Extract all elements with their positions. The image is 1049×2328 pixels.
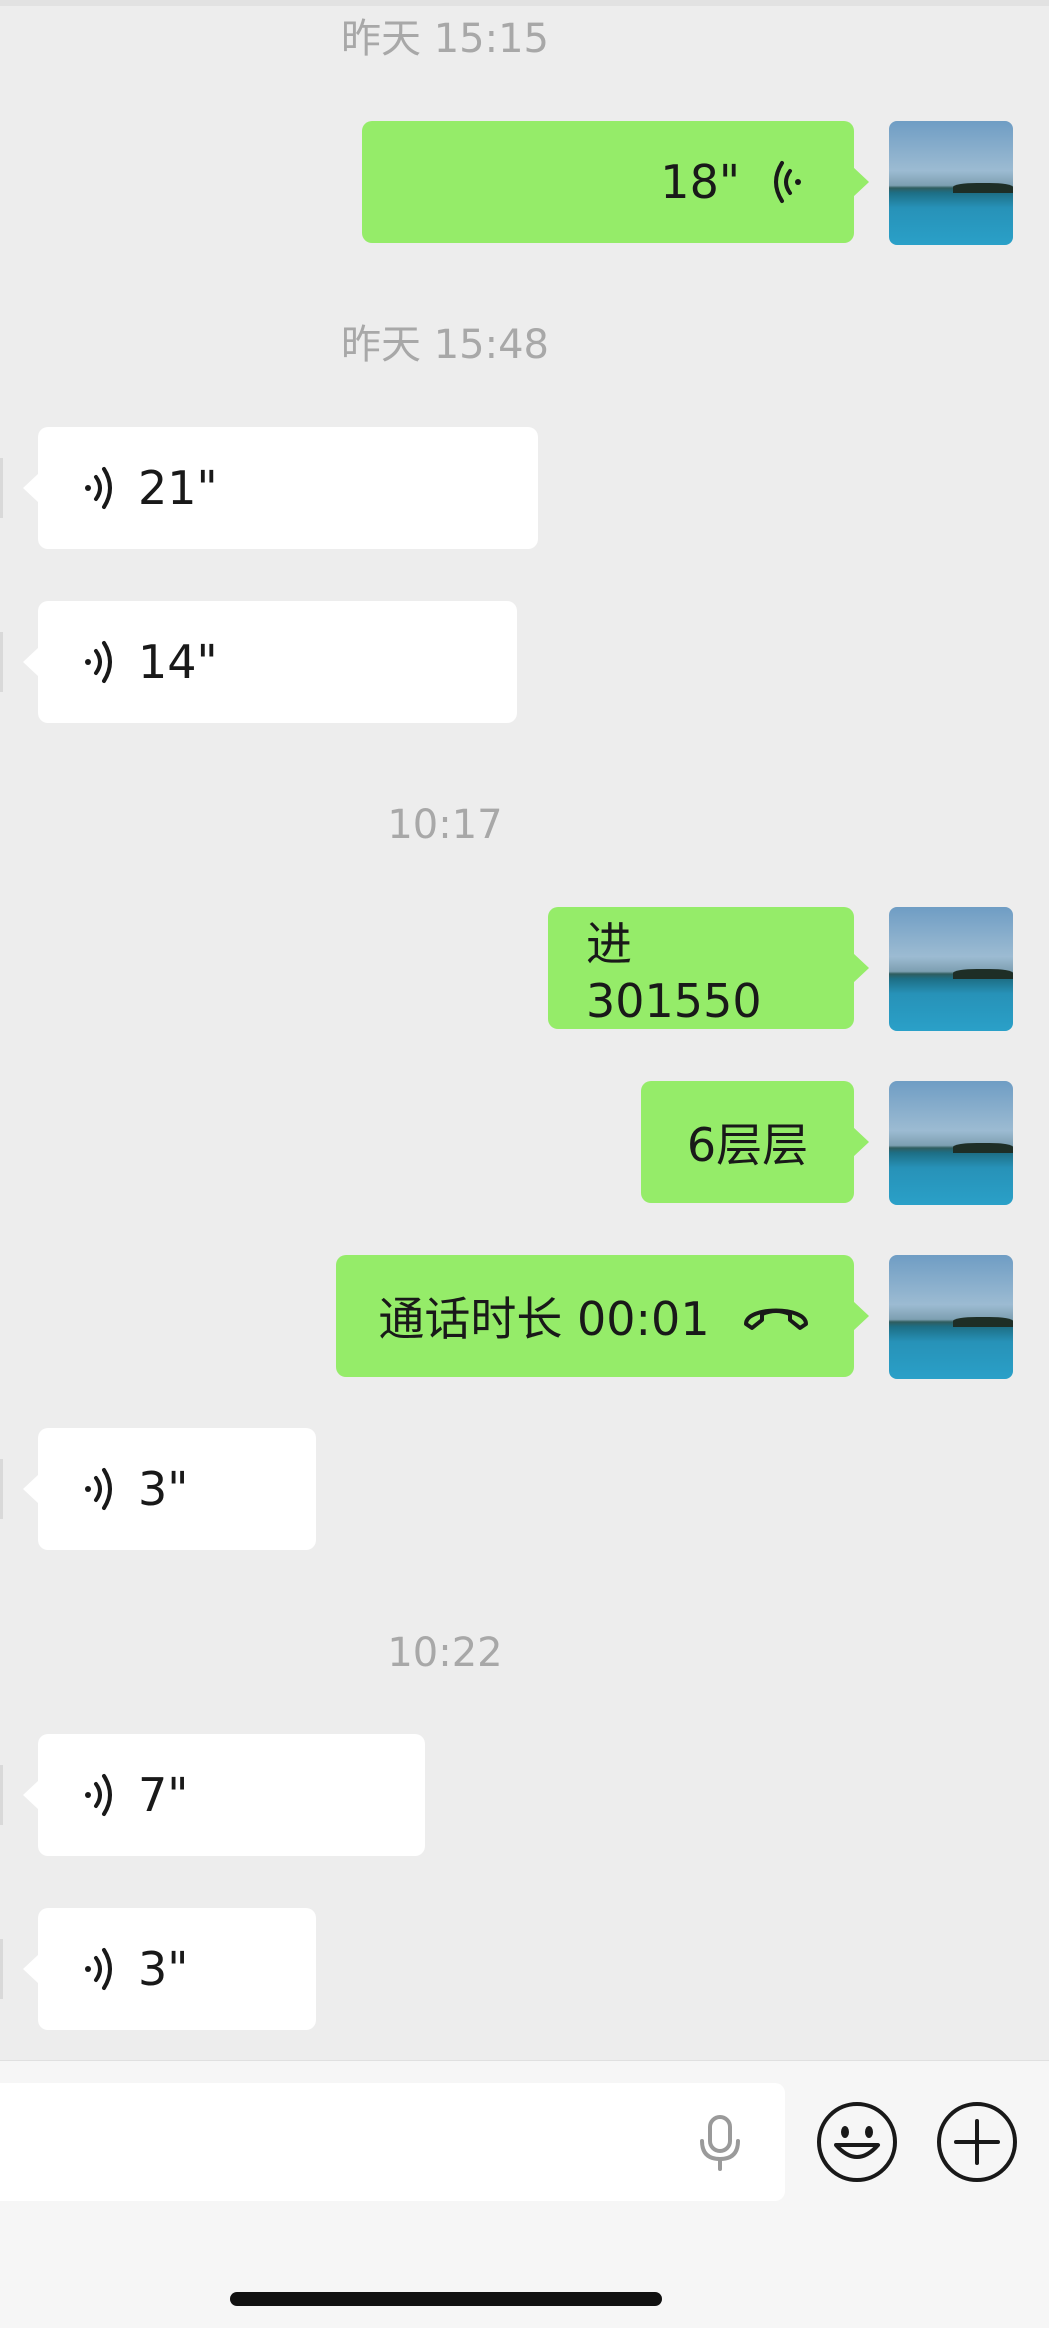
message-text: 6层层 [686,1118,809,1172]
microphone-icon[interactable] [695,2115,745,2171]
avatar[interactable] [889,1255,1013,1379]
top-divider [0,0,1049,6]
sender-avatar-edge[interactable] [0,458,3,518]
voice-wave-icon [76,1770,116,1820]
voice-duration: 3" [138,1942,189,1996]
input-bar [0,2060,1049,2328]
voice-wave-icon [770,157,810,207]
incoming-voice-message[interactable]: 3" [23,1428,316,1550]
voice-wave-icon [76,463,116,513]
sender-avatar-edge[interactable] [0,1939,3,1999]
message-input[interactable] [0,2083,785,2201]
voice-duration: 21" [138,461,218,515]
voice-duration: 14" [138,635,218,689]
sender-avatar-edge[interactable] [0,1459,3,1519]
message-text: 进 301550 [586,917,762,1028]
incoming-voice-message[interactable]: 14" [23,601,517,723]
avatar[interactable] [889,907,1013,1031]
home-indicator[interactable] [230,2292,662,2306]
plus-icon[interactable] [936,2101,1018,2183]
call-duration-text: 通话时长 00:01 [378,1292,710,1346]
outgoing-voice-message[interactable]: 18" [362,121,869,243]
phone-hangup-icon [740,1296,812,1336]
timestamp: 10:22 [387,1630,503,1676]
call-record-message[interactable]: 通话时长 00:01 [336,1255,869,1377]
timestamp: 昨天 15:15 [341,16,549,62]
voice-wave-icon [76,1944,116,1994]
timestamp: 10:17 [387,802,503,848]
chat-screen: 昨天 15:15 18" 昨天 15:48 21" 14" 10:17 进 30… [0,0,1049,2328]
sender-avatar-edge[interactable] [0,1765,3,1825]
emoji-icon[interactable] [816,2101,898,2183]
voice-wave-icon [76,1464,116,1514]
incoming-voice-message[interactable]: 21" [23,427,538,549]
incoming-voice-message[interactable]: 7" [23,1734,425,1856]
incoming-voice-message[interactable]: 3" [23,1908,316,2030]
timestamp: 昨天 15:48 [341,322,549,368]
outgoing-text-message[interactable]: 6层层 [641,1081,869,1203]
sender-avatar-edge[interactable] [0,632,3,692]
avatar[interactable] [889,1081,1013,1205]
voice-duration: 3" [138,1462,189,1516]
voice-duration: 7" [138,1768,189,1822]
voice-wave-icon [76,637,116,687]
avatar[interactable] [889,121,1013,245]
voice-duration: 18" [660,155,740,209]
outgoing-text-message[interactable]: 进 301550 [548,907,869,1029]
